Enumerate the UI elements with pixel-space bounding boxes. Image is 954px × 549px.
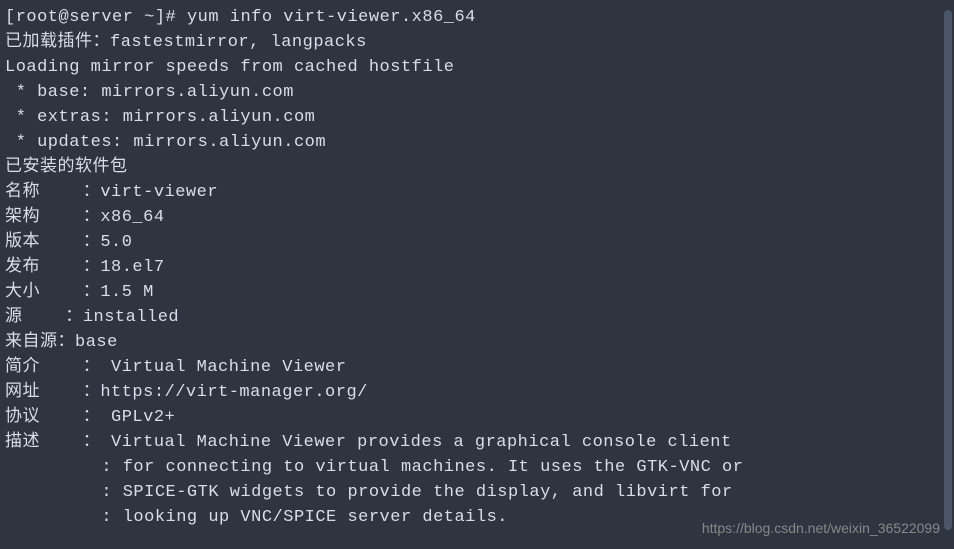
output-arch: 架构 ：x86_64 [5,205,949,230]
output-desc1: 描述 ： Virtual Machine Viewer provides a g… [5,430,949,455]
arch-value: x86_64 [100,208,164,227]
terminal-output[interactable]: [root@server ~]# yum info virt-viewer.x8… [5,5,949,544]
url-label: 网址 ： [5,383,100,402]
url-value: https://virt-manager.org/ [100,383,368,402]
output-size: 大小 ：1.5 M [5,280,949,305]
watermark: https://blog.csdn.net/weixin_36522099 [702,516,940,541]
release-label: 发布 ： [5,258,100,277]
output-url: 网址 ：https://virt-manager.org/ [5,380,949,405]
output-mirror-base: * base: mirrors.aliyun.com [5,80,949,105]
from-source-label: 来自源： [5,333,75,352]
source-label: 源 ： [5,308,83,327]
output-summary: 简介 ： Virtual Machine Viewer [5,355,949,380]
desc-cont3: : [5,483,123,502]
output-mirror-updates: * updates: mirrors.aliyun.com [5,130,949,155]
version-value: 5.0 [100,233,132,252]
desc-cont4: : [5,508,123,527]
output-loading: Loading mirror speeds from cached hostfi… [5,55,949,80]
desc-line2: for connecting to virtual machines. It u… [123,458,744,477]
source-value: installed [83,308,179,327]
output-version: 版本 ：5.0 [5,230,949,255]
desc-line3: SPICE-GTK widgets to provide the display… [123,483,733,502]
from-source-value: base [75,333,118,352]
prompt: [root@server ~]# [5,8,187,27]
output-plugins: 已加载插件：fastestmirror, langpacks [5,30,949,55]
version-label: 版本 ： [5,233,100,252]
output-desc3: : SPICE-GTK widgets to provide the displ… [5,480,949,505]
output-from-source: 来自源：base [5,330,949,355]
name-value: virt-viewer [100,183,218,202]
summary-label: 简介 ： [5,358,111,377]
output-desc2: : for connecting to virtual machines. It… [5,455,949,480]
output-installed-header: 已安装的软件包 [5,155,949,180]
desc-label: 描述 ： [5,433,111,452]
scrollbar[interactable] [944,10,952,530]
output-source: 源 ：installed [5,305,949,330]
arch-label: 架构 ： [5,208,100,227]
release-value: 18.el7 [100,258,164,277]
name-label: 名称 ： [5,183,100,202]
summary-value: Virtual Machine Viewer [111,358,346,377]
license-label: 协议 ： [5,408,111,427]
command-line: [root@server ~]# yum info virt-viewer.x8… [5,5,949,30]
license-value: GPLv2+ [111,408,175,427]
desc-line1: Virtual Machine Viewer provides a graphi… [111,433,732,452]
command: yum info virt-viewer.x86_64 [187,8,476,27]
size-value: 1.5 M [100,283,154,302]
output-license: 协议 ： GPLv2+ [5,405,949,430]
output-release: 发布 ：18.el7 [5,255,949,280]
output-name: 名称 ：virt-viewer [5,180,949,205]
desc-line4: looking up VNC/SPICE server details. [123,508,508,527]
output-mirror-extras: * extras: mirrors.aliyun.com [5,105,949,130]
size-label: 大小 ： [5,283,100,302]
desc-cont2: : [5,458,123,477]
